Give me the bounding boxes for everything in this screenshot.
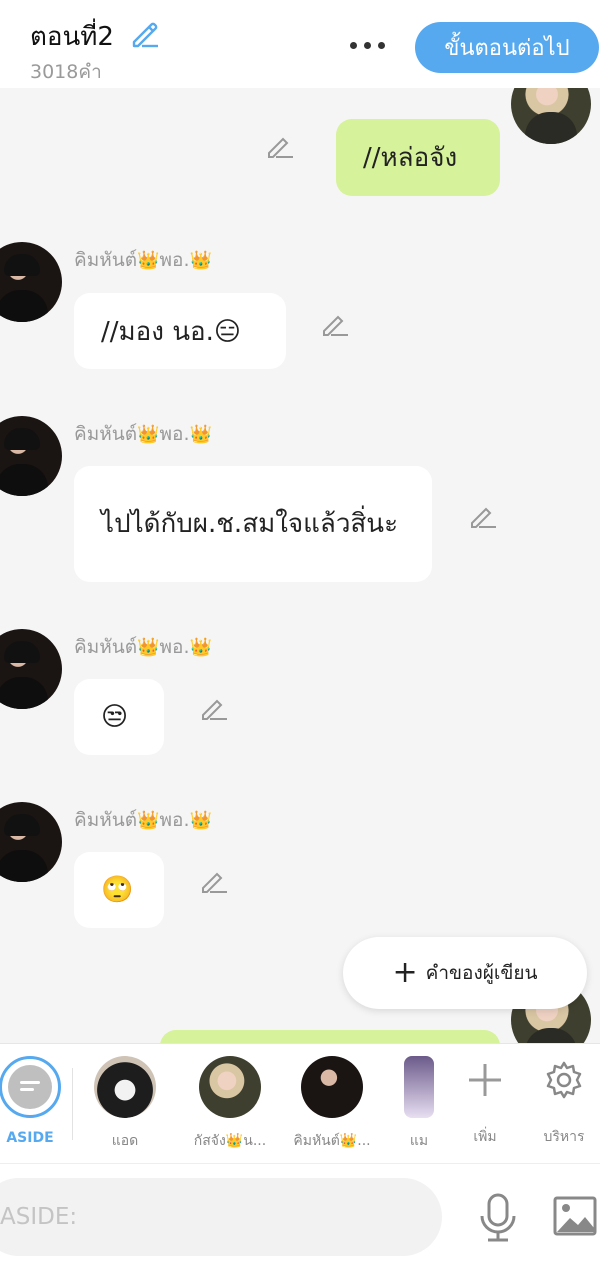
edit-message-icon[interactable] (198, 692, 230, 724)
edit-message-icon[interactable] (467, 500, 499, 532)
character-label: ASIDE (6, 1130, 54, 1146)
avatar[interactable] (0, 802, 62, 882)
message-text: //หล่อจัง (363, 143, 458, 173)
input-bar: ASIDE: (0, 1163, 600, 1269)
manage-label: บริหาร (543, 1129, 585, 1145)
character-aside[interactable]: ASIDE (0, 1056, 70, 1146)
character-man[interactable]: คิมหันต์👑... (286, 1056, 378, 1152)
avatar (404, 1056, 434, 1118)
character-label: แม (409, 1133, 429, 1149)
character-label: คิมหันต์👑... (293, 1133, 371, 1149)
microphone-icon[interactable] (476, 1192, 520, 1244)
character-cat[interactable]: แอด (84, 1056, 166, 1152)
top-bar: ตอนที่2 3018คำ ขั้นตอนต่อไป (0, 0, 600, 88)
message-bubble[interactable]: 🙄 (74, 852, 164, 928)
word-count: 3018คำ (30, 61, 102, 83)
aside-icon (0, 1056, 61, 1118)
edit-message-icon[interactable] (198, 865, 230, 897)
edit-message-icon[interactable] (264, 130, 296, 162)
message-text: 😒 (101, 702, 129, 732)
author-note-button[interactable]: + คำของผู้เขียน (343, 937, 587, 1009)
message-bubble[interactable]: ไปได้กับผ.ช.สมใจแล้วสิ่นะ (74, 466, 432, 582)
next-step-button[interactable]: ขั้นตอนต่อไป (415, 22, 599, 73)
image-icon[interactable] (552, 1194, 598, 1238)
author-note-label: คำของผู้เขียน (425, 962, 538, 984)
gear-icon (546, 1061, 582, 1099)
avatar (199, 1056, 261, 1118)
sender-name: คิมหันต์👑พอ.👑 (74, 809, 212, 831)
avatar[interactable] (0, 416, 62, 496)
message-text: //มอง นอ.😑 (101, 316, 241, 347)
add-character-button[interactable]: เพิ่ม (460, 1056, 510, 1148)
plus-icon (469, 1064, 501, 1096)
add-label: เพิ่ม (473, 1129, 497, 1145)
character-label: กัสจัง👑น... (193, 1133, 267, 1149)
character-label: แอด (111, 1133, 139, 1149)
message-bubble[interactable] (160, 1030, 500, 1043)
message-bubble[interactable]: //มอง นอ.😑 (74, 293, 286, 369)
sender-name: คิมหันต์👑พอ.👑 (74, 249, 212, 271)
avatar[interactable] (511, 88, 591, 144)
plus-icon: + (392, 955, 418, 990)
manage-button[interactable]: บริหาร (536, 1056, 592, 1148)
character-woman[interactable]: กัสจัง👑น... (186, 1056, 274, 1152)
sender-name: คิมหันต์👑พอ.👑 (74, 423, 212, 445)
divider (72, 1068, 73, 1140)
avatar[interactable] (0, 629, 62, 709)
message-bubble[interactable]: 😒 (74, 679, 164, 755)
avatar (301, 1056, 363, 1118)
edit-message-icon[interactable] (319, 308, 351, 340)
edit-title-icon[interactable] (128, 18, 160, 50)
avatar (94, 1056, 156, 1118)
episode-title[interactable]: ตอนที่2 (30, 16, 114, 57)
message-text: 🙄 (101, 875, 134, 905)
character-bar: ASIDE แอด กัสจัง👑น... คิมหันต์👑... แม เพ… (0, 1043, 600, 1164)
message-text: ไปได้กับผ.ช.สมใจแล้วสิ่นะ (101, 508, 399, 539)
chat-area[interactable]: //หล่อจัง คิมหันต์👑พอ.👑 //มอง นอ.😑 คิมหั… (0, 88, 600, 1043)
message-input[interactable]: ASIDE: (0, 1178, 442, 1256)
sender-name: คิมหันต์👑พอ.👑 (74, 636, 212, 658)
more-menu-icon[interactable] (348, 30, 388, 60)
character-partial[interactable]: แม (404, 1056, 434, 1152)
message-bubble[interactable]: //หล่อจัง (336, 119, 500, 196)
avatar[interactable] (0, 242, 62, 322)
